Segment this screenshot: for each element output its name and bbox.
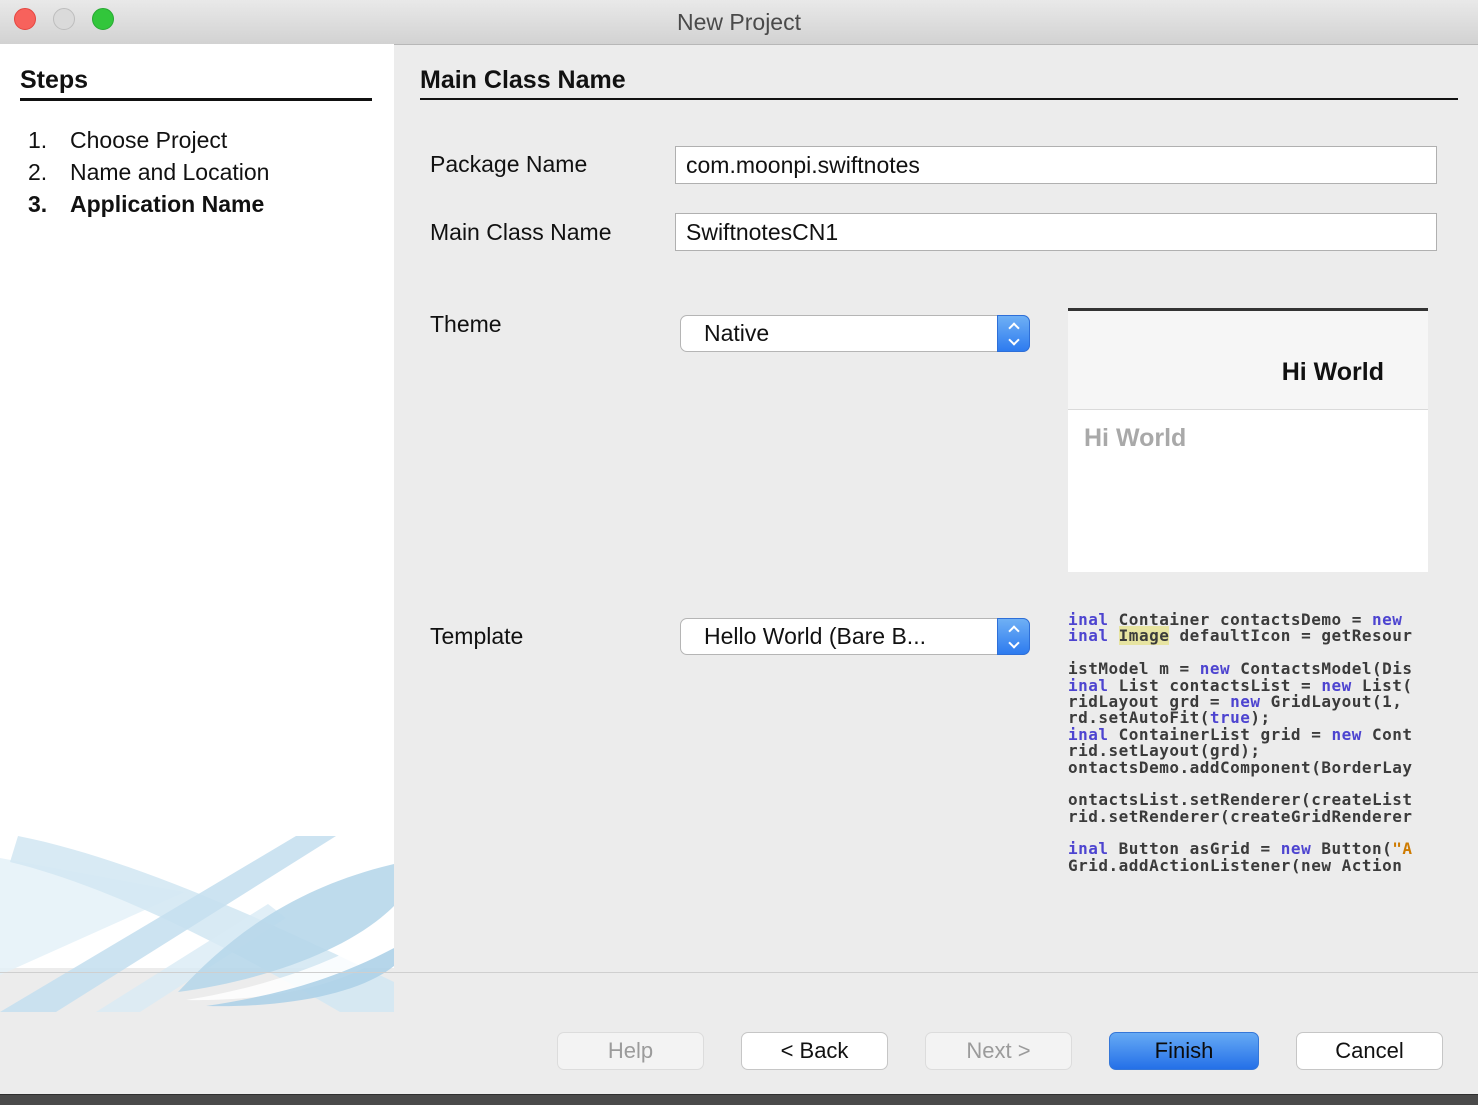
package-name-label: Package Name bbox=[430, 151, 587, 178]
next-button: Next > bbox=[925, 1032, 1072, 1070]
package-name-input[interactable] bbox=[675, 146, 1437, 184]
window-title: New Project bbox=[0, 0, 1478, 44]
theme-preview-body-text: Hi World bbox=[1084, 424, 1186, 452]
theme-dropdown-value: Native bbox=[681, 320, 1029, 347]
background-window-edge bbox=[0, 1094, 1478, 1105]
main-class-name-label: Main Class Name bbox=[430, 219, 612, 246]
step-item-1: 1.Choose Project bbox=[28, 124, 368, 156]
code-line: rid.setRenderer(createGridRenderer bbox=[1068, 809, 1430, 825]
code-line: inal Image defaultIcon = getResour bbox=[1068, 628, 1430, 644]
page-title: Main Class Name bbox=[420, 66, 626, 95]
cancel-button[interactable]: Cancel bbox=[1296, 1032, 1443, 1070]
template-dropdown-value: Hello World (Bare B... bbox=[681, 623, 1029, 650]
main-class-name-input[interactable] bbox=[675, 213, 1437, 251]
wizard-button-row: Help < Back Next > Finish Cancel bbox=[557, 1032, 1443, 1070]
template-label: Template bbox=[430, 623, 523, 650]
watermark-graphic bbox=[0, 830, 394, 1012]
steps-heading-rule bbox=[20, 98, 372, 101]
step-item-2: 2.Name and Location bbox=[28, 156, 368, 188]
step-label: Choose Project bbox=[70, 124, 227, 156]
steps-heading: Steps bbox=[20, 66, 88, 95]
chevron-up-down-icon bbox=[997, 315, 1030, 352]
theme-preview-title-text: Hi World bbox=[1282, 358, 1384, 387]
step-label: Name and Location bbox=[70, 156, 269, 188]
footer-divider bbox=[0, 972, 1478, 973]
new-project-dialog: New Project Steps 1.Choose Project2.Name… bbox=[0, 0, 1478, 1104]
theme-preview: Hi World Hi World bbox=[1068, 308, 1428, 572]
step-number: 3. bbox=[28, 188, 70, 220]
step-number: 2. bbox=[28, 156, 70, 188]
code-line: Grid.addActionListener(new Action bbox=[1068, 858, 1430, 874]
template-dropdown[interactable]: Hello World (Bare B... bbox=[680, 618, 1030, 655]
back-button[interactable]: < Back bbox=[741, 1032, 888, 1070]
steps-list: 1.Choose Project2.Name and Location3.App… bbox=[28, 124, 368, 220]
step-number: 1. bbox=[28, 124, 70, 156]
template-code-preview: inal Container contactsDemo = newinal Im… bbox=[1068, 612, 1430, 875]
code-line: ontactsDemo.addComponent(BorderLay bbox=[1068, 760, 1430, 776]
step-item-3: 3.Application Name bbox=[28, 188, 368, 220]
finish-button[interactable]: Finish bbox=[1109, 1032, 1259, 1070]
theme-label: Theme bbox=[430, 311, 502, 338]
step-label: Application Name bbox=[70, 188, 264, 220]
theme-dropdown[interactable]: Native bbox=[680, 315, 1030, 352]
help-button: Help bbox=[557, 1032, 704, 1070]
titlebar: New Project bbox=[0, 0, 1478, 45]
theme-preview-body: Hi World bbox=[1068, 410, 1428, 453]
page-title-rule bbox=[420, 98, 1458, 100]
chevron-up-down-icon bbox=[997, 618, 1030, 655]
theme-preview-titlebar: Hi World bbox=[1068, 311, 1428, 410]
